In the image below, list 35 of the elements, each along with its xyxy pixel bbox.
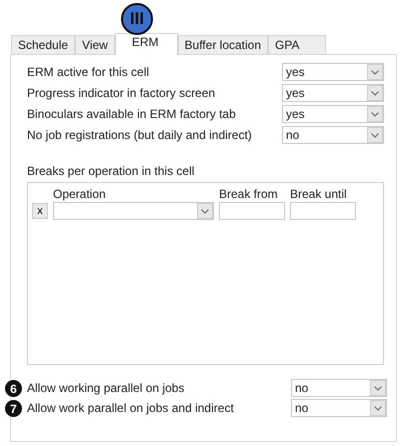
operation-dropdown[interactable] <box>53 202 214 220</box>
break-from-field[interactable] <box>219 202 285 220</box>
setting-label: Progress indicator in factory screen <box>27 86 216 100</box>
setting-label: Binoculars available in ERM factory tab <box>27 107 236 121</box>
break-until-field[interactable] <box>290 202 356 220</box>
chevron-icon <box>367 127 383 143</box>
tab[interactable]: GPA <box>268 35 326 54</box>
setting-label: ERM active for this cell <box>27 65 150 79</box>
number-badge: 6 <box>5 380 22 397</box>
setting-label: Allow work parallel on jobs and indirect <box>27 401 234 415</box>
setting-label: Allow working parallel on jobs <box>27 381 184 395</box>
chevron-icon <box>370 400 386 416</box>
column-header: Operation <box>53 186 107 200</box>
chevron-icon <box>197 203 213 219</box>
column-header: Break until <box>290 186 348 200</box>
number-badge: 7 <box>5 400 22 417</box>
setting-label: No job registrations (but daily and indirect) <box>27 128 252 142</box>
dropdown[interactable]: yes <box>282 84 384 102</box>
tab[interactable]: Buffer location <box>178 35 268 54</box>
dropdown[interactable]: yes <box>282 63 384 81</box>
tab[interactable]: Schedule <box>11 35 76 54</box>
chevron-icon <box>367 85 383 101</box>
section-title: Breaks per operation in this cell <box>27 164 196 178</box>
chevron-icon <box>367 106 383 122</box>
tab[interactable]: ERM <box>114 33 178 55</box>
chevron-icon <box>370 380 386 396</box>
dropdown[interactable]: no <box>291 399 387 417</box>
column-header: Break from <box>219 186 279 200</box>
callout-badge: III <box>121 3 153 35</box>
chevron-icon <box>367 64 383 80</box>
dropdown[interactable]: no <box>282 126 384 144</box>
delete-button[interactable]: x <box>32 203 48 219</box>
dropdown[interactable]: no <box>291 379 387 397</box>
tab[interactable]: View <box>75 35 115 54</box>
dropdown[interactable]: yes <box>282 105 384 123</box>
